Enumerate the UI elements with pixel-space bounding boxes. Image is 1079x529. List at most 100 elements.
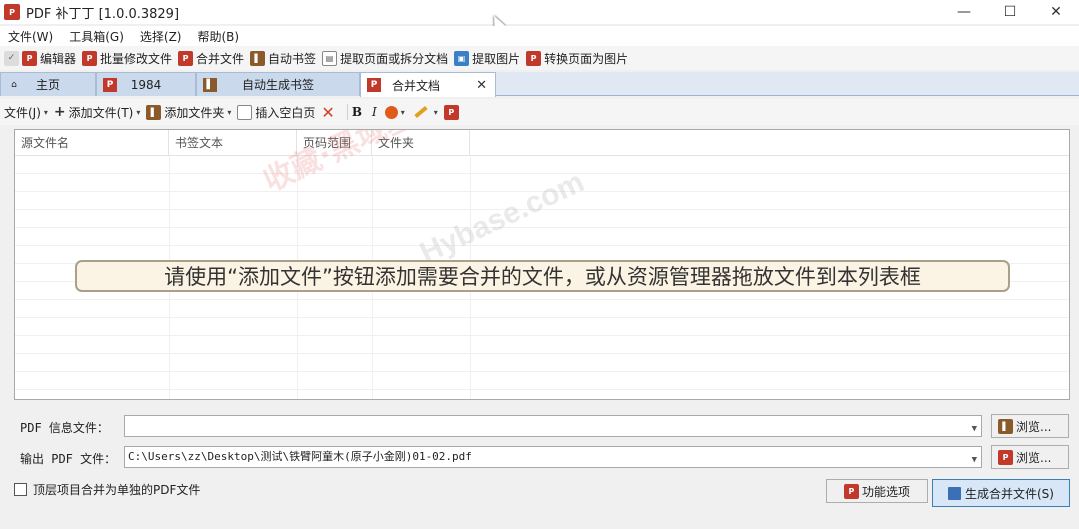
quick-extract-images-button[interactable]: ▣ 提取图片: [454, 50, 520, 67]
pdf-icon: P: [998, 449, 1013, 465]
list-item: [15, 336, 1069, 354]
maximize-button[interactable]: ☐: [987, 0, 1033, 24]
merge-toolbar: 文件(J) ▾ + 添加文件(T) ▾ ▌ 添加文件夹 ▾ 插入空白页 ✕ B …: [0, 99, 1079, 125]
add-file-label: 添加文件(T): [68, 105, 134, 120]
quick-to-image-button[interactable]: P 转换页面为图片: [526, 50, 628, 67]
menu-help[interactable]: 帮助(B): [190, 28, 248, 45]
settings-icon: P: [843, 483, 859, 499]
quick-merge-button[interactable]: P 合并文件: [178, 50, 244, 67]
column-folder[interactable]: 文件夹: [372, 130, 470, 156]
output-file-browse-button[interactable]: P 浏览...: [991, 445, 1069, 469]
chevron-down-icon: ▾: [227, 107, 232, 117]
customize-check-icon[interactable]: ✓: [4, 50, 19, 66]
output-file-row: 输出 PDF 文件： C:\Users\zz\Desktop\测试\铁臂阿童木(…: [0, 445, 1079, 470]
quick-merge-label: 合并文件: [196, 51, 245, 66]
tab-1984[interactable]: P 1984: [96, 72, 196, 96]
list-item: [15, 318, 1069, 336]
window-title: PDF 补丁丁 [1.0.0.3829]: [26, 6, 180, 22]
quick-editor-label: 编辑器: [40, 51, 77, 66]
merge-file-list[interactable]: 源文件名 书签文本 页码范围 文件夹 收藏·黑域基地 Hybase.com 请使…: [14, 129, 1070, 400]
merge-toplevel-checkbox[interactable]: [14, 483, 27, 496]
column-bookmark-text[interactable]: 书签文本: [169, 130, 297, 156]
menu-select[interactable]: 选择(Z): [132, 28, 190, 45]
insert-blank-page-button[interactable]: 插入空白页: [237, 104, 315, 121]
info-file-label: PDF 信息文件：: [20, 421, 109, 435]
list-item: [15, 300, 1069, 318]
quick-editor-button[interactable]: P 编辑器: [22, 50, 76, 67]
quick-bookmark-button[interactable]: ▌ 自动书签: [250, 50, 316, 67]
close-button[interactable]: ✕: [1033, 0, 1079, 24]
pdf-merge-icon: P: [178, 50, 194, 66]
minimize-button[interactable]: —: [941, 0, 987, 24]
drop-hint-banner: 请使用“添加文件”按钮添加需要合并的文件，或从资源管理器拖放文件到本列表框: [75, 260, 1010, 292]
pdf-to-image-icon: P: [526, 50, 542, 66]
bookmark-icon: ▌: [998, 418, 1013, 434]
tab-merge-documents[interactable]: P 合并文档 ✕: [360, 72, 496, 97]
options-label: 功能选项: [861, 484, 910, 499]
insert-blank-label: 插入空白页: [255, 105, 316, 120]
italic-button[interactable]: I: [372, 105, 377, 119]
options-button[interactable]: P 功能选项: [826, 479, 928, 503]
generate-label: 生成合并文件(S): [965, 486, 1054, 501]
quick-batch-button[interactable]: P 批量修改文件: [82, 50, 172, 67]
output-file-input[interactable]: C:\Users\zz\Desktop\测试\铁臂阿童木(原子小金刚)01-02…: [124, 446, 982, 468]
info-file-input[interactable]: ▼: [124, 415, 982, 437]
add-folder-label: 添加文件夹: [164, 105, 225, 120]
toolbar-separator: [346, 104, 348, 120]
menu-file[interactable]: 文件(W): [0, 28, 61, 45]
tab-home[interactable]: ⌂ 主页: [0, 72, 96, 96]
delete-icon[interactable]: ✕: [321, 103, 334, 122]
chevron-down-icon[interactable]: ▼: [972, 450, 977, 470]
save-icon: [948, 486, 961, 500]
column-page-range[interactable]: 页码范围: [297, 130, 372, 156]
pdf-icon: P: [103, 77, 117, 92]
quick-bookmark-label: 自动书签: [268, 51, 317, 66]
list-item: [15, 192, 1069, 210]
tab-close-icon[interactable]: ✕: [476, 78, 487, 93]
text-color-button[interactable]: ▾: [384, 105, 405, 119]
list-item: [15, 174, 1069, 192]
output-file-value: C:\Users\zz\Desktop\测试\铁臂阿童木(原子小金刚)01-02…: [128, 450, 472, 463]
bold-button[interactable]: B: [352, 105, 362, 119]
quick-extract-images-label: 提取图片: [472, 51, 521, 66]
title-bar: P PDF 补丁丁 [1.0.0.3829] — ☐ ✕: [0, 0, 1079, 24]
list-item: [15, 210, 1069, 228]
extract-image-icon: ▣: [454, 50, 470, 66]
menu-bar: 文件(W) 工具箱(G) 选择(Z) 帮助(B): [0, 26, 1079, 46]
info-file-browse-button[interactable]: ▌ 浏览...: [991, 414, 1069, 438]
highlight-button[interactable]: ▾: [411, 105, 438, 119]
menu-toolbox[interactable]: 工具箱(G): [61, 28, 132, 45]
pencil-icon: [414, 105, 428, 119]
tab-auto-bookmark-label: 自动生成书签: [241, 78, 314, 92]
chevron-down-icon: ▾: [136, 107, 141, 117]
blank-page-icon: [237, 104, 253, 120]
plus-icon: +: [53, 104, 66, 120]
chevron-down-icon: ▾: [400, 107, 405, 117]
info-browse-label: 浏览...: [1016, 419, 1052, 434]
bookmark-icon: ▌: [203, 77, 217, 92]
window-controls: — ☐ ✕: [941, 0, 1079, 24]
folder-icon: ▌: [146, 104, 162, 120]
quick-extract-pages-button[interactable]: ▤ 提取页面或拆分文档: [322, 50, 448, 67]
quick-to-image-label: 转换页面为图片: [544, 51, 629, 66]
file-menu-button[interactable]: 文件(J) ▾: [4, 104, 48, 121]
color-palette-icon: [384, 105, 398, 119]
list-item: [15, 228, 1069, 246]
merge-toplevel-option[interactable]: 顶层项目合并为单独的PDF文件: [14, 481, 200, 498]
add-file-button[interactable]: + 添加文件(T) ▾: [54, 104, 140, 121]
pdf-properties-icon[interactable]: P: [443, 104, 459, 120]
output-browse-label: 浏览...: [1016, 450, 1052, 465]
column-source-file[interactable]: 源文件名: [15, 130, 169, 156]
chevron-down-icon[interactable]: ▼: [972, 419, 977, 439]
generate-merged-file-button[interactable]: 生成合并文件(S): [932, 479, 1070, 507]
info-file-row: PDF 信息文件： ▼ ▌ 浏览...: [0, 414, 1079, 439]
list-item: [15, 354, 1069, 372]
bookmark-icon: ▌: [250, 50, 266, 66]
file-menu-label: 文件(J): [4, 105, 41, 120]
add-folder-button[interactable]: ▌ 添加文件夹 ▾: [146, 104, 231, 121]
quick-extract-pages-label: 提取页面或拆分文档: [340, 51, 449, 66]
quick-access-bar: ✓ P 编辑器 P 批量修改文件 P 合并文件 ▌ 自动书签 ▤ 提取页面或拆分…: [0, 46, 1079, 70]
document-tab-bar: ⌂ 主页 P 1984 ▌ 自动生成书签 P 合并文档 ✕: [0, 72, 1079, 97]
tab-auto-bookmark[interactable]: ▌ 自动生成书签: [196, 72, 360, 96]
extract-page-icon: ▤: [322, 50, 338, 66]
